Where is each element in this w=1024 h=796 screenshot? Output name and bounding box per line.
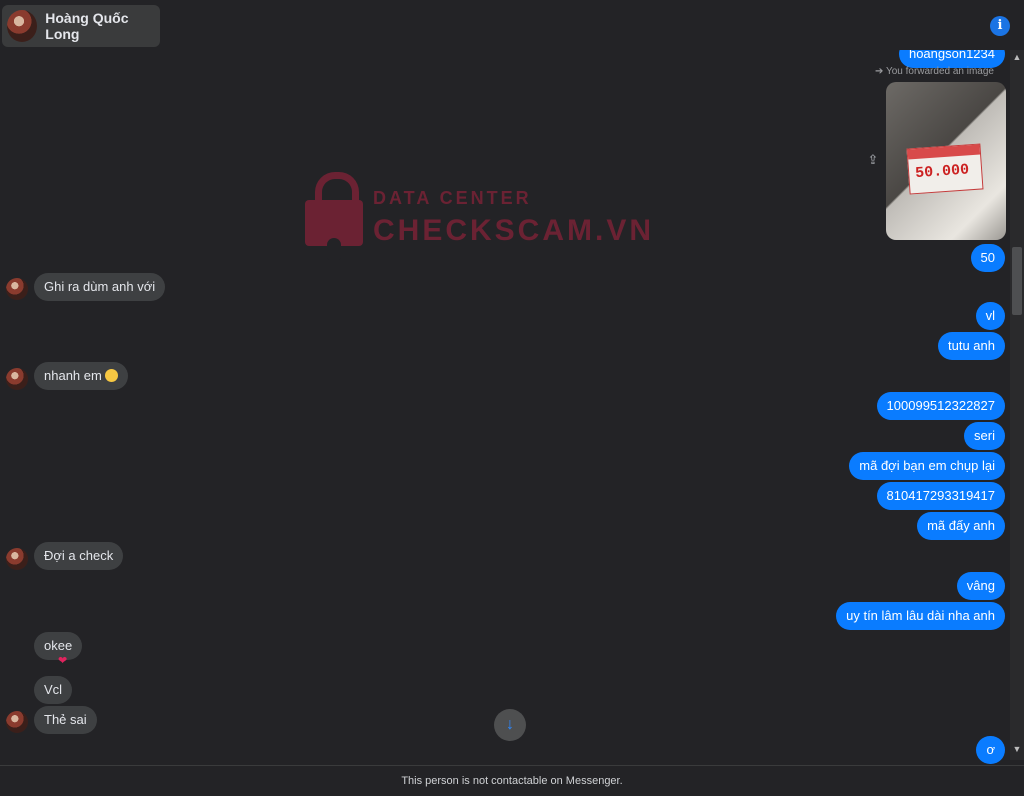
lock-icon (305, 200, 363, 260)
message-bubble-outgoing[interactable]: uy tín lâm lâu dài nha anh (836, 602, 1005, 630)
message-bubble-outgoing[interactable]: tutu anh (938, 332, 1005, 360)
message-bubble-outgoing[interactable]: seri (964, 422, 1005, 450)
share-icon[interactable]: ⇪ (866, 153, 880, 167)
message-bubble-outgoing[interactable]: vl (975, 302, 1005, 330)
message-bubble-outgoing[interactable]: mã đấy anh (917, 512, 1005, 540)
forwarded-image[interactable]: 50.000 (886, 82, 1006, 240)
scrollbar[interactable]: ▲ ▼ (1010, 50, 1024, 760)
card-photo: 50.000 (906, 143, 984, 195)
scroll-up-arrow-icon[interactable]: ▲ (1010, 50, 1024, 64)
sender-avatar[interactable] (6, 548, 28, 570)
footer-notice: This person is not contactable on Messen… (0, 765, 1024, 796)
watermark: DATA CENTER CHECKSCAM.VN (305, 172, 651, 260)
contact-chip[interactable]: Hoàng Quốc Long (2, 5, 160, 47)
sender-avatar[interactable] (6, 368, 28, 390)
card-digits: 50.000 (914, 161, 970, 183)
message-bubble-outgoing[interactable]: 100099512322827 (876, 392, 1005, 420)
conversation-header: Hoàng Quốc Long i (0, 0, 1024, 50)
message-bubble-outgoing[interactable]: mã đợi bạn em chụp lại (849, 452, 1005, 480)
watermark-line1: DATA CENTER (373, 188, 532, 208)
smile-emoji-icon (104, 369, 118, 382)
message-bubble-incoming[interactable]: Ghi ra dùm anh với (34, 273, 166, 301)
sender-avatar[interactable] (6, 278, 28, 300)
sender-avatar[interactable] (6, 711, 28, 733)
message-bubble-outgoing[interactable]: vâng (956, 572, 1005, 600)
jump-to-latest-button[interactable]: ↓ (494, 709, 526, 741)
message-bubble-outgoing[interactable]: ơ (976, 736, 1005, 764)
contact-name[interactable]: Hoàng Quốc Long (45, 10, 160, 42)
forward-arrow-icon: ➔ (874, 66, 884, 77)
info-icon[interactable]: i (990, 16, 1010, 36)
message-bubble-outgoing[interactable]: 810417293319417 (876, 482, 1005, 510)
lock-keyhole (327, 238, 341, 260)
scroll-down-arrow-icon[interactable]: ▼ (1010, 742, 1024, 756)
watermark-line2: CHECKSCAM.VN (373, 214, 655, 247)
message-bubble-incoming[interactable]: nhanh em (34, 362, 128, 390)
heart-reaction-icon[interactable]: ❤ (58, 654, 67, 667)
forward-note: ➔ You forwarded an image (875, 66, 994, 77)
contact-avatar[interactable] (7, 10, 38, 42)
forward-note-text: You forwarded an image (885, 66, 994, 77)
card-stripe (907, 144, 981, 160)
message-bubble-incoming[interactable]: Thẻ sai (34, 706, 97, 734)
scrollbar-thumb[interactable] (1012, 247, 1022, 315)
message-text: nhanh em (44, 368, 102, 383)
message-bubble-incoming[interactable]: Vcl (34, 676, 73, 704)
message-thread: hoangson1234 ➔ You forwarded an image ⇪ … (0, 50, 1010, 765)
message-bubble-incoming[interactable]: Đợi a check (34, 542, 124, 570)
message-bubble-outgoing[interactable]: 50 (970, 244, 1005, 272)
